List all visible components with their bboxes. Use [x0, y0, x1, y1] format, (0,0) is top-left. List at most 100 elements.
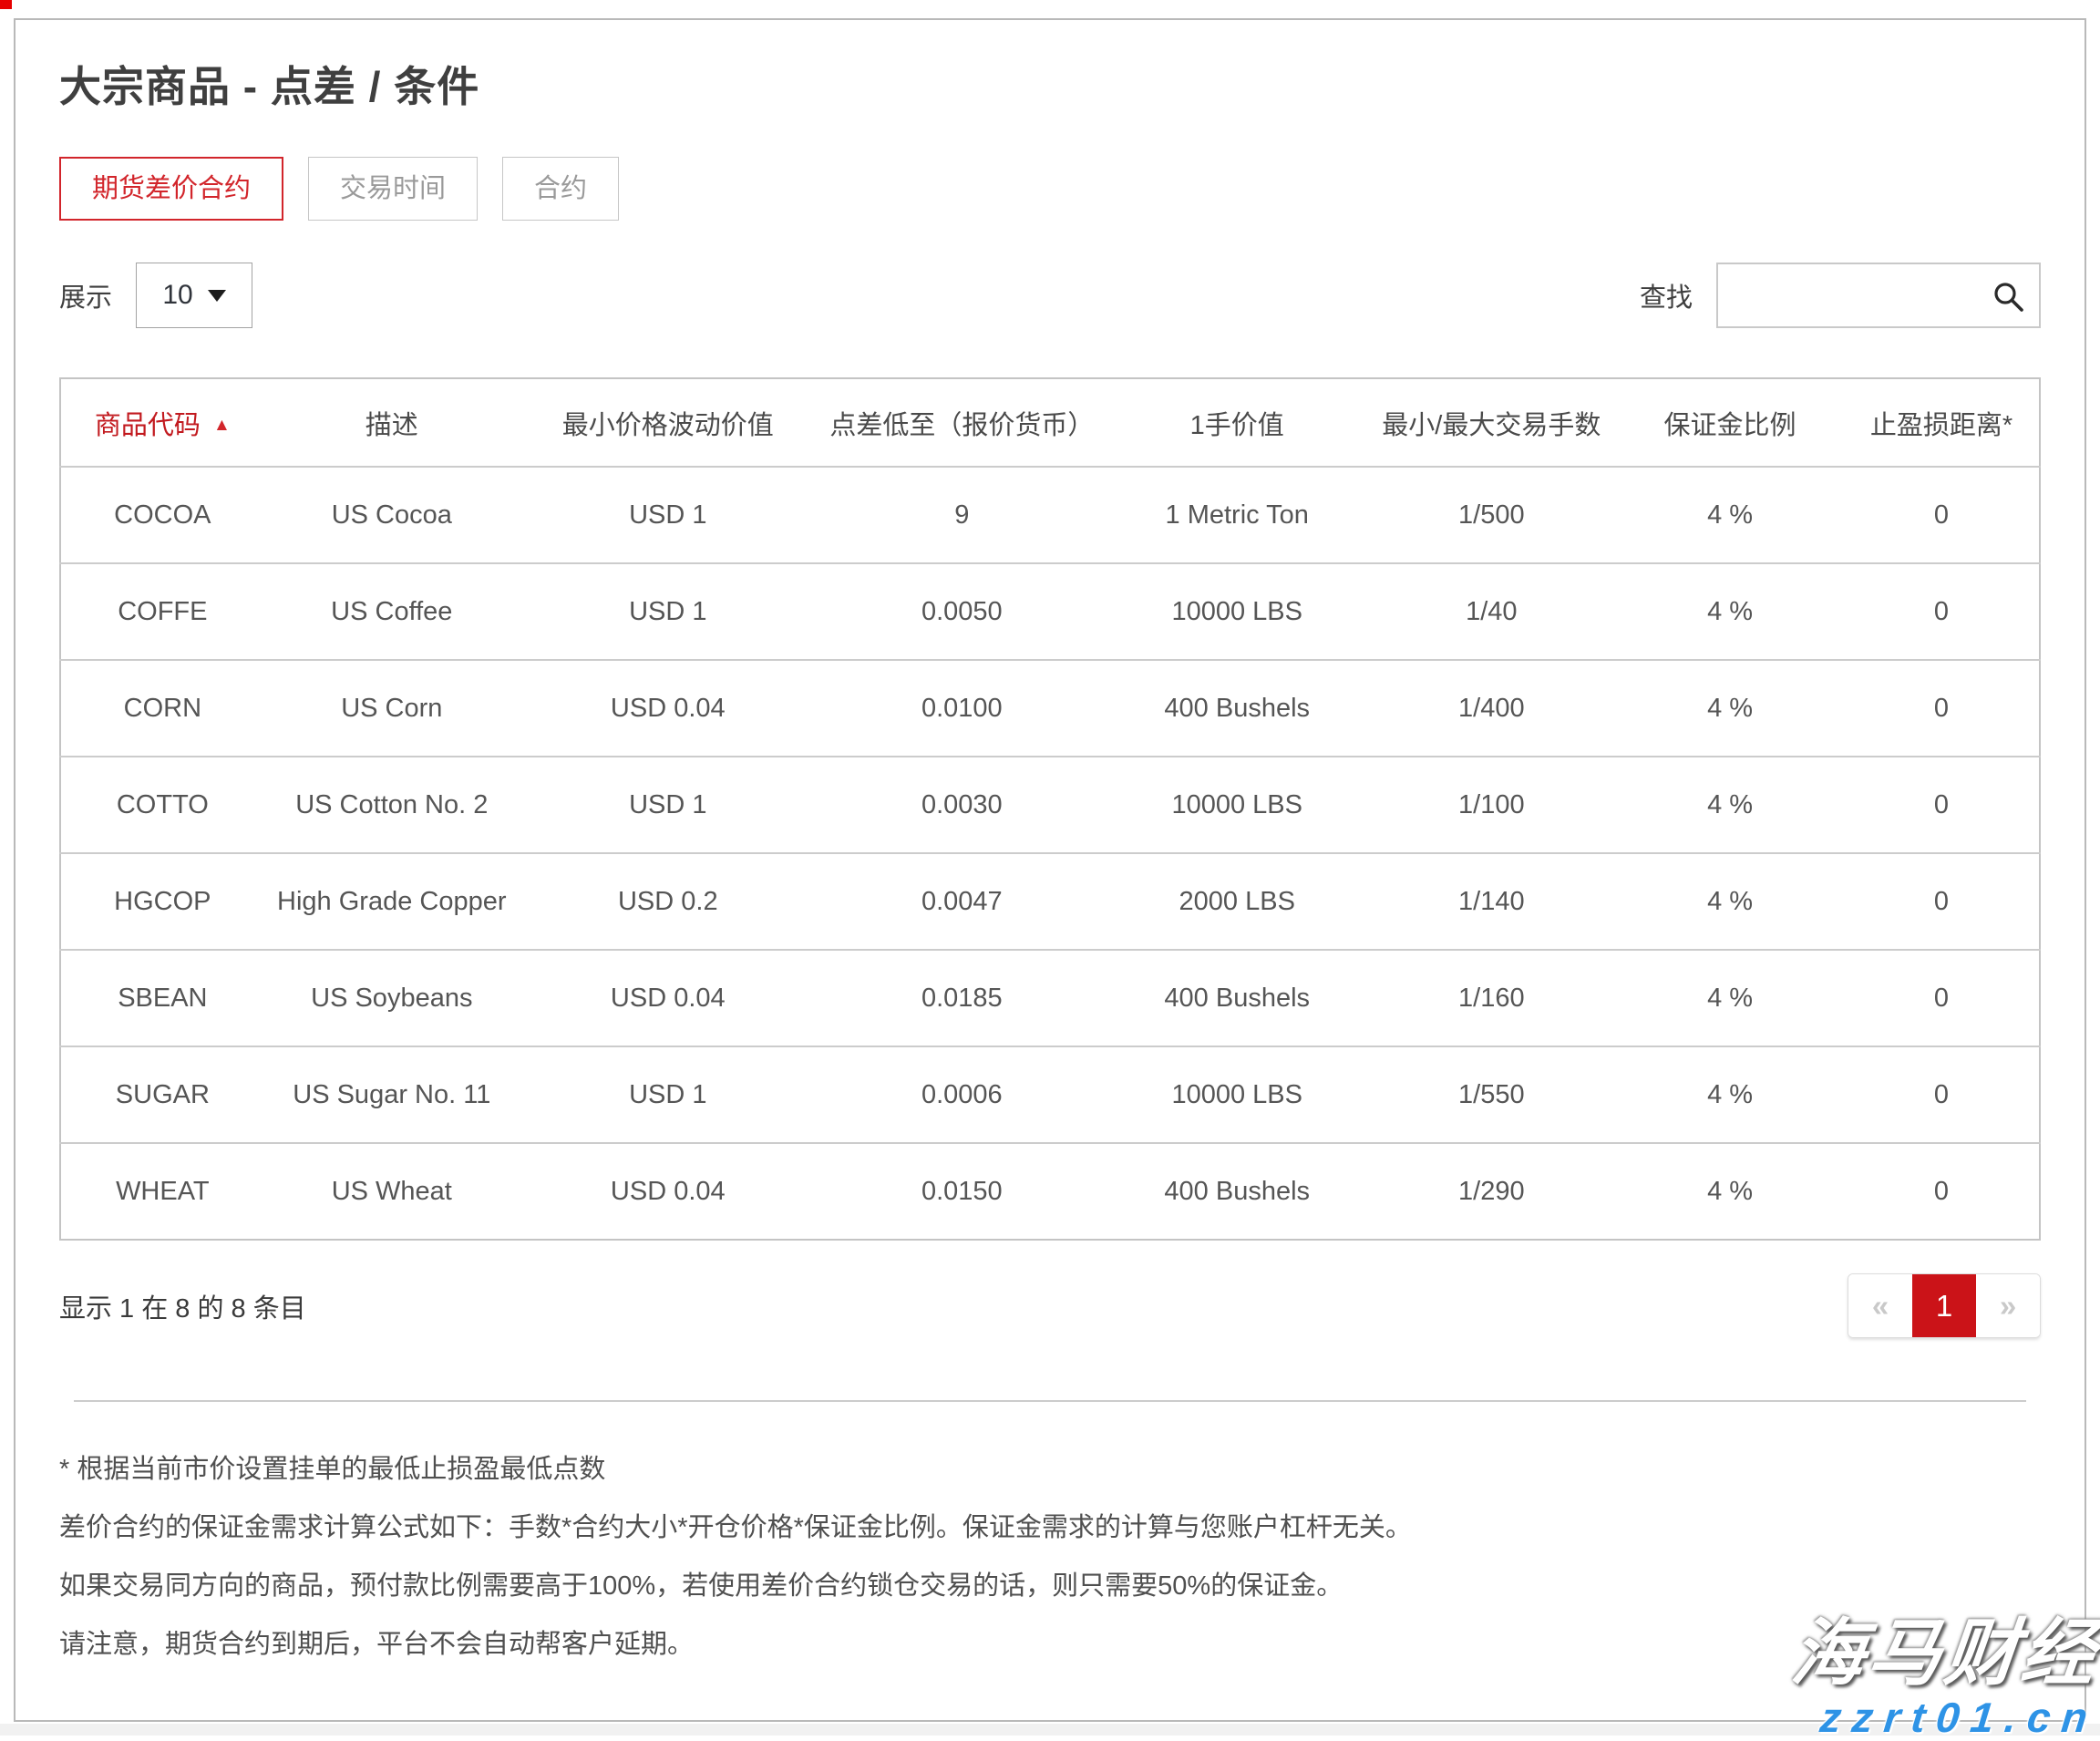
table-row: CORN US Corn USD 0.04 0.0100 400 Bushels…	[60, 660, 2040, 757]
table-row: COTTO US Cotton No. 2 USD 1 0.0030 10000…	[60, 757, 2040, 853]
cell-lot-value: 10000 LBS	[1107, 563, 1367, 660]
col-header-margin-ratio[interactable]: 保证金比例	[1616, 378, 1844, 467]
entries-summary: 显示 1 在 8 的 8 条目	[59, 1287, 306, 1325]
cell-tp-sl-distance: 0	[1844, 853, 2040, 950]
cell-spread-from: 0.0100	[817, 660, 1107, 757]
cell-lot-value: 1 Metric Ton	[1107, 467, 1367, 563]
cell-lot-value: 400 Bushels	[1107, 950, 1367, 1046]
cell-spread-from: 0.0047	[817, 853, 1107, 950]
cell-margin-ratio: 4 %	[1616, 757, 1844, 853]
cell-tp-sl-distance: 0	[1844, 467, 2040, 563]
summary-row: 显示 1 在 8 的 8 条目 « 1 »	[59, 1273, 2041, 1338]
cell-min-max-lots: 1/100	[1367, 757, 1617, 853]
cell-tick-value: USD 0.2	[520, 853, 817, 950]
cell-symbol: SUGAR	[60, 1046, 264, 1143]
pagination: « 1 »	[1848, 1273, 2041, 1338]
cell-margin-ratio: 4 %	[1616, 660, 1844, 757]
col-header-symbol[interactable]: 商品代码 ▲	[60, 378, 264, 467]
table-row: WHEAT US Wheat USD 0.04 0.0150 400 Bushe…	[60, 1143, 2040, 1240]
table-row: SUGAR US Sugar No. 11 USD 1 0.0006 10000…	[60, 1046, 2040, 1143]
tab-bar: 期货差价合约 交易时间 合约	[59, 157, 2041, 221]
col-header-symbol-label: 商品代码	[95, 411, 201, 440]
cell-margin-ratio: 4 %	[1616, 853, 1844, 950]
footnotes: * 根据当前市价设置挂单的最低止损盈最低点数 差价合约的保证金需求计算公式如下：…	[59, 1453, 2041, 1661]
cell-description: US Wheat	[264, 1143, 520, 1240]
cell-margin-ratio: 4 %	[1616, 563, 1844, 660]
table-row: SBEAN US Soybeans USD 0.04 0.0185 400 Bu…	[60, 950, 2040, 1046]
table-row: HGCOP High Grade Copper USD 0.2 0.0047 2…	[60, 853, 2040, 950]
tab-contract[interactable]: 合约	[502, 157, 619, 221]
cell-spread-from: 0.0050	[817, 563, 1107, 660]
commodity-spread-table: 商品代码 ▲ 描述 最小价格波动价值 点差低至（报价货币） 1手价值 最小/最大…	[59, 377, 2041, 1241]
cell-symbol: COFFE	[60, 563, 264, 660]
tab-trading-hours[interactable]: 交易时间	[308, 157, 478, 221]
cell-spread-from: 9	[817, 467, 1107, 563]
cell-tp-sl-distance: 0	[1844, 950, 2040, 1046]
page-size-select[interactable]: 10	[136, 263, 252, 328]
table-controls: 展示 10 查找	[59, 263, 2041, 328]
cell-tick-value: USD 1	[520, 757, 817, 853]
search-box	[1716, 263, 2041, 328]
cell-description: US Cotton No. 2	[264, 757, 520, 853]
col-header-lot-value[interactable]: 1手价值	[1107, 378, 1367, 467]
pagination-next-button[interactable]: »	[1976, 1274, 2040, 1337]
footnote-line: * 根据当前市价设置挂单的最低止损盈最低点数	[59, 1453, 2041, 1486]
cell-tick-value: USD 1	[520, 563, 817, 660]
footnote-line: 差价合约的保证金需求计算公式如下：手数*合约大小*开仓价格*保证金比例。保证金需…	[59, 1511, 2041, 1544]
corner-red-mark	[0, 0, 12, 9]
cell-description: US Soybeans	[264, 950, 520, 1046]
cell-min-max-lots: 1/550	[1367, 1046, 1617, 1143]
col-header-min-max-lots[interactable]: 最小/最大交易手数	[1367, 378, 1617, 467]
cell-min-max-lots: 1/400	[1367, 660, 1617, 757]
cell-description: US Cocoa	[264, 467, 520, 563]
cell-tick-value: USD 1	[520, 467, 817, 563]
cell-symbol: COCOA	[60, 467, 264, 563]
cell-margin-ratio: 4 %	[1616, 1046, 1844, 1143]
cell-spread-from: 0.0150	[817, 1143, 1107, 1240]
col-header-tick-value[interactable]: 最小价格波动价值	[520, 378, 817, 467]
cell-tick-value: USD 0.04	[520, 950, 817, 1046]
cell-tick-value: USD 0.04	[520, 660, 817, 757]
sort-asc-icon: ▲	[213, 416, 231, 435]
cell-description: High Grade Copper	[264, 853, 520, 950]
cell-min-max-lots: 1/160	[1367, 950, 1617, 1046]
cell-tp-sl-distance: 0	[1844, 1046, 2040, 1143]
footnote-line: 请注意，期货合约到期后，平台不会自动帮客户延期。	[59, 1628, 2041, 1661]
cell-min-max-lots: 1/140	[1367, 853, 1617, 950]
cell-symbol: WHEAT	[60, 1143, 264, 1240]
footnote-line: 如果交易同方向的商品，预付款比例需要高于100%，若使用差价合约锁仓交易的话，则…	[59, 1570, 2041, 1602]
footnote-divider	[74, 1400, 2026, 1402]
cell-lot-value: 10000 LBS	[1107, 757, 1367, 853]
content-card: 大宗商品 - 点差 / 条件 期货差价合约 交易时间 合约 展示 10 查找	[14, 18, 2086, 1722]
cell-tp-sl-distance: 0	[1844, 757, 2040, 853]
table-row: COCOA US Cocoa USD 1 9 1 Metric Ton 1/50…	[60, 467, 2040, 563]
col-header-spread-from[interactable]: 点差低至（报价货币）	[817, 378, 1107, 467]
cell-tp-sl-distance: 0	[1844, 660, 2040, 757]
bottom-strip	[0, 1724, 2100, 1736]
table-header-row: 商品代码 ▲ 描述 最小价格波动价值 点差低至（报价货币） 1手价值 最小/最大…	[60, 378, 2040, 467]
cell-min-max-lots: 1/500	[1367, 467, 1617, 563]
cell-description: US Sugar No. 11	[264, 1046, 520, 1143]
table-body: COCOA US Cocoa USD 1 9 1 Metric Ton 1/50…	[60, 467, 2040, 1240]
cell-lot-value: 400 Bushels	[1107, 1143, 1367, 1240]
cell-symbol: CORN	[60, 660, 264, 757]
show-label: 展示	[59, 276, 112, 314]
cell-symbol: SBEAN	[60, 950, 264, 1046]
table-row: COFFE US Coffee USD 1 0.0050 10000 LBS 1…	[60, 563, 2040, 660]
cell-tp-sl-distance: 0	[1844, 1143, 2040, 1240]
search-input[interactable]	[1718, 264, 2039, 326]
chevron-down-icon	[208, 290, 226, 302]
cell-symbol: COTTO	[60, 757, 264, 853]
page-size-value: 10	[162, 280, 192, 311]
cell-lot-value: 400 Bushels	[1107, 660, 1367, 757]
pagination-page-1[interactable]: 1	[1912, 1274, 1976, 1337]
cell-min-max-lots: 1/40	[1367, 563, 1617, 660]
cell-description: US Coffee	[264, 563, 520, 660]
page-title: 大宗商品 - 点差 / 条件	[59, 60, 2041, 113]
tab-futures-cfd[interactable]: 期货差价合约	[59, 157, 283, 221]
cell-lot-value: 10000 LBS	[1107, 1046, 1367, 1143]
col-header-description[interactable]: 描述	[264, 378, 520, 467]
cell-description: US Corn	[264, 660, 520, 757]
pagination-prev-button[interactable]: «	[1848, 1274, 1912, 1337]
col-header-tp-sl-distance[interactable]: 止盈损距离*	[1844, 378, 2040, 467]
